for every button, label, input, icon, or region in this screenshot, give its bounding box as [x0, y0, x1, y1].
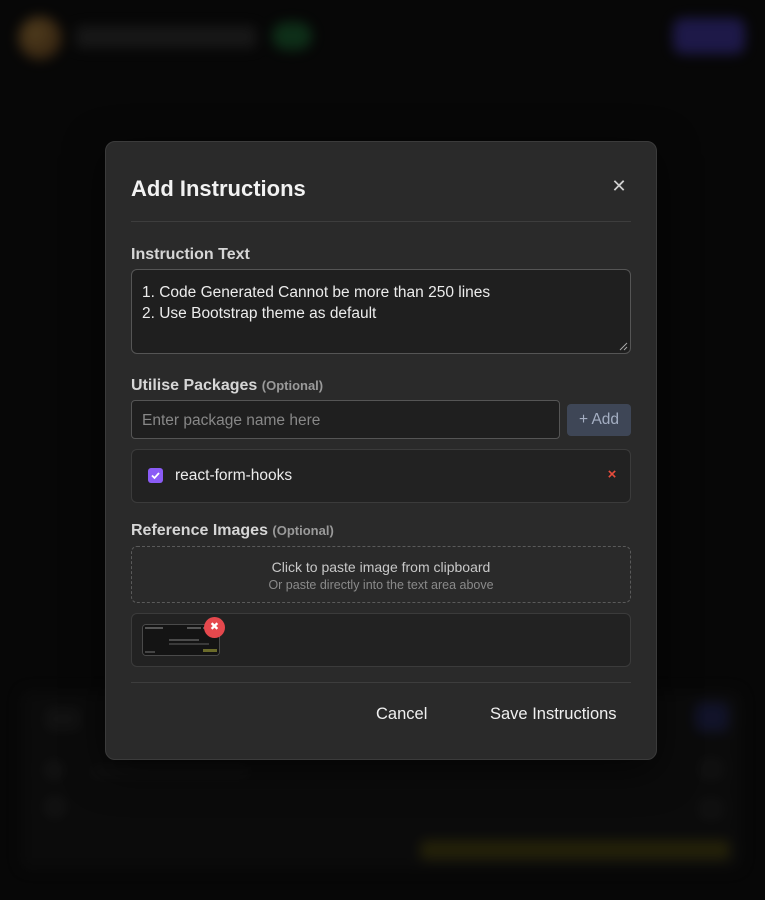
utilise-packages-label-text: Utilise Packages [131, 377, 258, 394]
instruction-text-label-text: Instruction Text [131, 246, 250, 263]
header-divider [131, 221, 631, 222]
add-instructions-modal: Add Instructions ✕ Instruction Text 1. C… [105, 141, 657, 760]
utilise-packages-label: Utilise Packages (Optional) [131, 377, 323, 395]
remove-image-icon[interactable]: ✖ [204, 617, 225, 638]
paste-instruction: Click to paste image from clipboard [271, 559, 491, 575]
reference-images-label: Reference Images (Optional) [131, 522, 334, 540]
package-name-input[interactable]: Enter package name here [131, 400, 560, 439]
footer-divider [131, 682, 631, 683]
optional-hint: (Optional) [272, 523, 334, 538]
resize-grip-icon[interactable] [618, 341, 628, 351]
reference-images-list: ✖ [131, 613, 631, 667]
paste-image-dropzone[interactable]: Click to paste image from clipboard Or p… [131, 546, 631, 603]
package-checkbox[interactable] [148, 468, 163, 483]
save-instructions-button[interactable]: Save Instructions [490, 705, 617, 724]
reference-images-label-text: Reference Images [131, 522, 268, 539]
add-package-button[interactable]: + Add [567, 404, 631, 436]
instruction-text-label: Instruction Text [131, 246, 250, 264]
optional-hint: (Optional) [261, 378, 324, 393]
paste-hint: Or paste directly into the text area abo… [268, 578, 494, 592]
instruction-textarea[interactable]: 1. Code Generated Cannot be more than 25… [131, 269, 631, 354]
package-name: react-form-hooks [175, 467, 293, 484]
close-icon[interactable]: ✕ [609, 176, 629, 196]
checkmark-icon [151, 472, 160, 480]
cancel-button[interactable]: Cancel [376, 705, 427, 724]
package-list: react-form-hooks × [131, 449, 631, 503]
remove-package-icon[interactable]: × [605, 466, 619, 484]
modal-title: Add Instructions [131, 176, 306, 201]
